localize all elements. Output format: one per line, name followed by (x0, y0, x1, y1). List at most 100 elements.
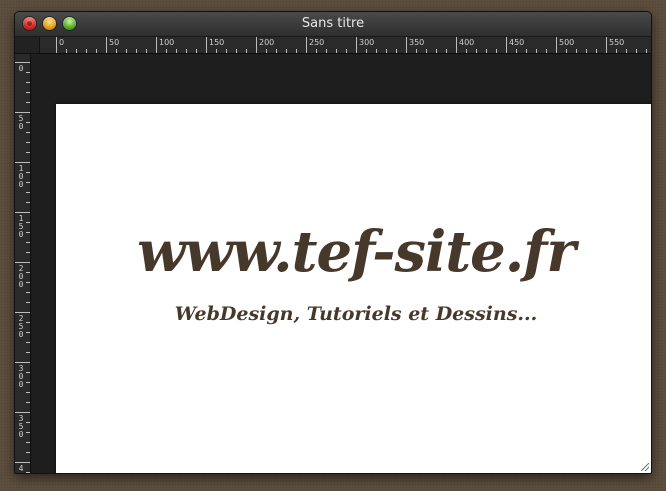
ruler-tick (146, 49, 147, 53)
ruler-tick (26, 182, 30, 183)
ruler-tick (276, 49, 277, 53)
ruler-tick (466, 49, 467, 53)
ruler-tick (26, 452, 30, 453)
ruler-tick (436, 49, 437, 53)
ruler-tick (256, 37, 257, 53)
ruler-tick (236, 49, 237, 53)
ruler-label: 450 (509, 38, 525, 47)
ruler-tick (86, 49, 87, 53)
ruler-tick (26, 102, 30, 103)
ruler-label: 550 (609, 38, 625, 47)
ruler-label: 4 (18, 464, 24, 473)
ruler-tick (26, 142, 30, 143)
ruler-tick (26, 352, 30, 353)
ruler-tick (486, 49, 487, 53)
ruler-tick (636, 49, 637, 53)
ruler-label: 400 (459, 38, 475, 47)
ruler-tick (376, 49, 377, 53)
ruler-tick (26, 282, 30, 283)
ruler-tick (646, 49, 647, 53)
ruler-tick (176, 49, 177, 53)
ruler-tick (396, 49, 397, 53)
ruler-tick (26, 332, 30, 333)
ruler-tick (596, 49, 597, 53)
ruler-tick (26, 152, 30, 153)
ruler-tick (136, 49, 137, 53)
ruler-tick (15, 362, 30, 363)
ruler-tick (216, 49, 217, 53)
ruler-label: 250 (18, 314, 24, 339)
ruler-tick (126, 49, 127, 53)
ruler-tick (506, 37, 507, 53)
ruler-tick (26, 202, 30, 203)
window-title: Sans titre (301, 16, 365, 31)
ruler-tick (366, 49, 367, 53)
title-bar[interactable]: Sans titre (15, 12, 651, 37)
ruler-tick (116, 49, 117, 53)
ruler-tick (15, 112, 30, 113)
ruler-tick (26, 392, 30, 393)
ruler-label: 500 (559, 38, 575, 47)
ruler-label: 350 (409, 38, 425, 47)
ruler-tick (26, 322, 30, 323)
ruler-label: 50 (18, 114, 24, 131)
ruler-tick (206, 37, 207, 53)
ruler-tick (26, 402, 30, 403)
ruler-label: 300 (359, 38, 375, 47)
ruler-tick (15, 462, 30, 463)
ruler-tick (416, 49, 417, 53)
horizontal-ruler[interactable]: 0501001502002503003504004505005506 (40, 37, 651, 54)
ruler-label: 250 (309, 38, 325, 47)
ruler-tick (296, 49, 297, 53)
ruler-tick (106, 37, 107, 53)
ruler-tick (196, 49, 197, 53)
ruler-tick (26, 372, 30, 373)
ruler-tick (606, 37, 607, 53)
ruler-tick (26, 232, 30, 233)
ruler-tick (15, 312, 30, 313)
ruler-tick (326, 49, 327, 53)
ruler-label: 350 (18, 414, 24, 439)
resize-grip-icon[interactable] (641, 463, 649, 471)
ruler-tick (336, 49, 337, 53)
ruler-tick (446, 49, 447, 53)
ruler-tick (586, 49, 587, 53)
ruler-tick (26, 172, 30, 173)
ruler-tick (26, 342, 30, 343)
ruler-tick (166, 49, 167, 53)
ruler-tick (526, 49, 527, 53)
ruler-tick (226, 49, 227, 53)
ruler-tick (566, 49, 567, 53)
ruler-label: 200 (259, 38, 275, 47)
ruler-label: 0 (59, 38, 65, 47)
ruler-tick (26, 382, 30, 383)
ruler-tick (26, 272, 30, 273)
ruler-tick (306, 37, 307, 53)
ruler-tick (56, 37, 57, 53)
ruler-tick (266, 49, 267, 53)
ruler-tick (26, 252, 30, 253)
ruler-tick (576, 49, 577, 53)
ruler-tick (26, 82, 30, 83)
vertical-ruler[interactable]: 0 50 100 150 200 250 300 350 4 (15, 54, 31, 473)
ruler-tick (476, 49, 477, 53)
ruler-tick (26, 222, 30, 223)
ruler-label: 150 (209, 38, 225, 47)
ruler-tick (15, 412, 30, 413)
ruler-tick (186, 49, 187, 53)
ruler-tick (516, 49, 517, 53)
ruler-tick (15, 162, 30, 163)
ruler-tick (406, 37, 407, 53)
ruler-tick (26, 192, 30, 193)
ruler-tick (26, 442, 30, 443)
ruler-tick (15, 212, 30, 213)
ruler-label: 50 (109, 38, 120, 47)
ruler-tick (66, 49, 67, 53)
ruler-tick (496, 49, 497, 53)
canvas-area[interactable]: www.tef-site.fr WebDesign, Tutoriels et … (31, 54, 651, 473)
ruler-tick (15, 262, 30, 263)
ruler-corner[interactable] (15, 37, 40, 54)
ruler-tick (26, 422, 30, 423)
document-canvas[interactable]: www.tef-site.fr WebDesign, Tutoriels et … (56, 104, 651, 473)
ruler-label: 100 (159, 38, 175, 47)
